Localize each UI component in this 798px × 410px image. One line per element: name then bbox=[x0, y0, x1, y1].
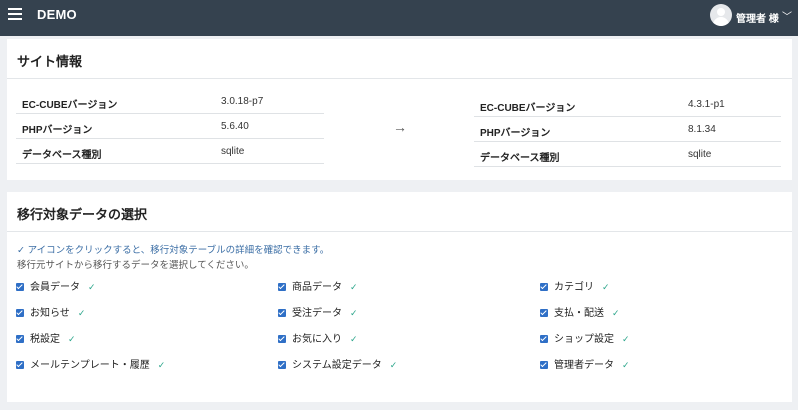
payment-delivery-checkbox[interactable] bbox=[540, 309, 548, 317]
news-checkbox[interactable] bbox=[16, 309, 24, 317]
user-name[interactable]: 管理者 様 bbox=[736, 10, 779, 25]
table-row: EC-CUBEバージョン 3.0.18-p7 bbox=[16, 89, 324, 114]
table-row: PHPバージョン 8.1.34 bbox=[474, 117, 781, 142]
check-detail-icon[interactable]: ✓ bbox=[350, 308, 358, 318]
system-settings-checkbox[interactable] bbox=[278, 361, 286, 369]
check-detail-icon[interactable]: ✓ bbox=[622, 334, 630, 344]
check-detail-icon[interactable]: ✓ bbox=[390, 360, 398, 370]
target-php-version-label: PHPバージョン bbox=[480, 128, 551, 139]
check-detail-icon[interactable]: ✓ bbox=[88, 282, 96, 292]
site-info-title: サイト情報 bbox=[17, 54, 83, 69]
source-ec-cube-version-label: EC-CUBEバージョン bbox=[22, 100, 118, 111]
target-ec-cube-version-value: 4.3.1-p1 bbox=[688, 99, 725, 110]
option-system-settings[interactable]: システム設定データ ✓ bbox=[278, 356, 397, 371]
target-database-type-value: sqlite bbox=[688, 149, 712, 160]
option-mail-templates[interactable]: メールテンプレート・履歴 ✓ bbox=[16, 356, 165, 371]
detail-hint-text: ✓ アイコンをクリックすると、移行対象テーブルの詳細を確認できます。 bbox=[17, 245, 330, 256]
mail-templates-checkbox[interactable] bbox=[16, 361, 24, 369]
option-label: システム設定データ bbox=[292, 360, 382, 371]
check-detail-icon[interactable]: ✓ bbox=[158, 360, 166, 370]
option-orders[interactable]: 受注データ ✓ bbox=[278, 304, 358, 319]
table-row: データベース種別 sqlite bbox=[474, 142, 781, 167]
source-database-type-label: データベース種別 bbox=[22, 150, 102, 161]
brand-title[interactable]: DEMO bbox=[37, 7, 77, 22]
favorites-checkbox[interactable] bbox=[278, 335, 286, 343]
source-php-version-value: 5.6.40 bbox=[221, 121, 249, 132]
orders-checkbox[interactable] bbox=[278, 309, 286, 317]
site-info-header: サイト情報 bbox=[7, 39, 792, 79]
select-instruction-text: 移行元サイトから移行するデータを選択してください。 bbox=[17, 260, 254, 271]
avatar[interactable] bbox=[710, 4, 732, 26]
option-label: お気に入り bbox=[292, 334, 342, 345]
check-detail-icon[interactable]: ✓ bbox=[78, 308, 86, 318]
table-row: EC-CUBEバージョン 4.3.1-p1 bbox=[474, 92, 781, 117]
option-label: カテゴリ bbox=[554, 282, 594, 293]
option-label: ショップ設定 bbox=[554, 334, 614, 345]
check-detail-icon[interactable]: ✓ bbox=[350, 282, 358, 292]
option-label: メールテンプレート・履歴 bbox=[30, 360, 150, 371]
option-members[interactable]: 会員データ ✓ bbox=[16, 278, 96, 293]
check-detail-icon[interactable]: ✓ bbox=[612, 308, 620, 318]
option-categories[interactable]: カテゴリ ✓ bbox=[540, 278, 610, 293]
option-label: お知らせ bbox=[30, 308, 70, 319]
option-shop-settings[interactable]: ショップ設定 ✓ bbox=[540, 330, 630, 345]
top-navbar: DEMO 管理者 様 ﹀ bbox=[0, 0, 798, 36]
target-ec-cube-version-label: EC-CUBEバージョン bbox=[480, 103, 576, 114]
table-row: PHPバージョン 5.6.40 bbox=[16, 114, 324, 139]
option-tax[interactable]: 税設定 ✓ bbox=[16, 330, 76, 345]
option-label: 税設定 bbox=[30, 334, 60, 345]
source-database-type-value: sqlite bbox=[221, 146, 245, 157]
migration-card: 移行対象データの選択 ✓ アイコンをクリックすると、移行対象テーブルの詳細を確認… bbox=[7, 192, 792, 402]
check-detail-icon[interactable]: ✓ bbox=[350, 334, 358, 344]
members-checkbox[interactable] bbox=[16, 283, 24, 291]
option-label: 受注データ bbox=[292, 308, 342, 319]
menu-icon[interactable] bbox=[8, 8, 22, 22]
option-label: 会員データ bbox=[30, 282, 80, 293]
products-checkbox[interactable] bbox=[278, 283, 286, 291]
migration-header: 移行対象データの選択 bbox=[7, 192, 792, 232]
site-info-card: サイト情報 EC-CUBEバージョン 3.0.18-p7 PHPバージョン 5.… bbox=[7, 39, 792, 180]
migration-title: 移行対象データの選択 bbox=[17, 207, 148, 222]
option-favorites[interactable]: お気に入り ✓ bbox=[278, 330, 358, 345]
arrow-right-icon: → bbox=[393, 119, 407, 135]
categories-checkbox[interactable] bbox=[540, 283, 548, 291]
target-php-version-value: 8.1.34 bbox=[688, 124, 716, 135]
chevron-down-icon[interactable]: ﹀ bbox=[782, 8, 792, 23]
source-info-table: EC-CUBEバージョン 3.0.18-p7 PHPバージョン 5.6.40 デ… bbox=[16, 89, 324, 164]
option-news[interactable]: お知らせ ✓ bbox=[16, 304, 85, 319]
option-label: 商品データ bbox=[292, 282, 342, 293]
option-products[interactable]: 商品データ ✓ bbox=[278, 278, 358, 293]
target-info-table: EC-CUBEバージョン 4.3.1-p1 PHPバージョン 8.1.34 デー… bbox=[474, 92, 781, 167]
tax-checkbox[interactable] bbox=[16, 335, 24, 343]
check-detail-icon[interactable]: ✓ bbox=[602, 282, 610, 292]
check-detail-icon[interactable]: ✓ bbox=[622, 360, 630, 370]
check-detail-icon[interactable]: ✓ bbox=[68, 334, 76, 344]
source-ec-cube-version-value: 3.0.18-p7 bbox=[221, 96, 264, 107]
source-php-version-label: PHPバージョン bbox=[22, 125, 93, 136]
shop-settings-checkbox[interactable] bbox=[540, 335, 548, 343]
option-label: 支払・配送 bbox=[554, 308, 604, 319]
administrators-checkbox[interactable] bbox=[540, 361, 548, 369]
table-row: データベース種別 sqlite bbox=[16, 139, 324, 164]
option-payment-delivery[interactable]: 支払・配送 ✓ bbox=[540, 304, 620, 319]
option-administrators[interactable]: 管理者データ ✓ bbox=[540, 356, 630, 371]
target-database-type-label: データベース種別 bbox=[480, 153, 560, 164]
option-label: 管理者データ bbox=[554, 360, 614, 371]
